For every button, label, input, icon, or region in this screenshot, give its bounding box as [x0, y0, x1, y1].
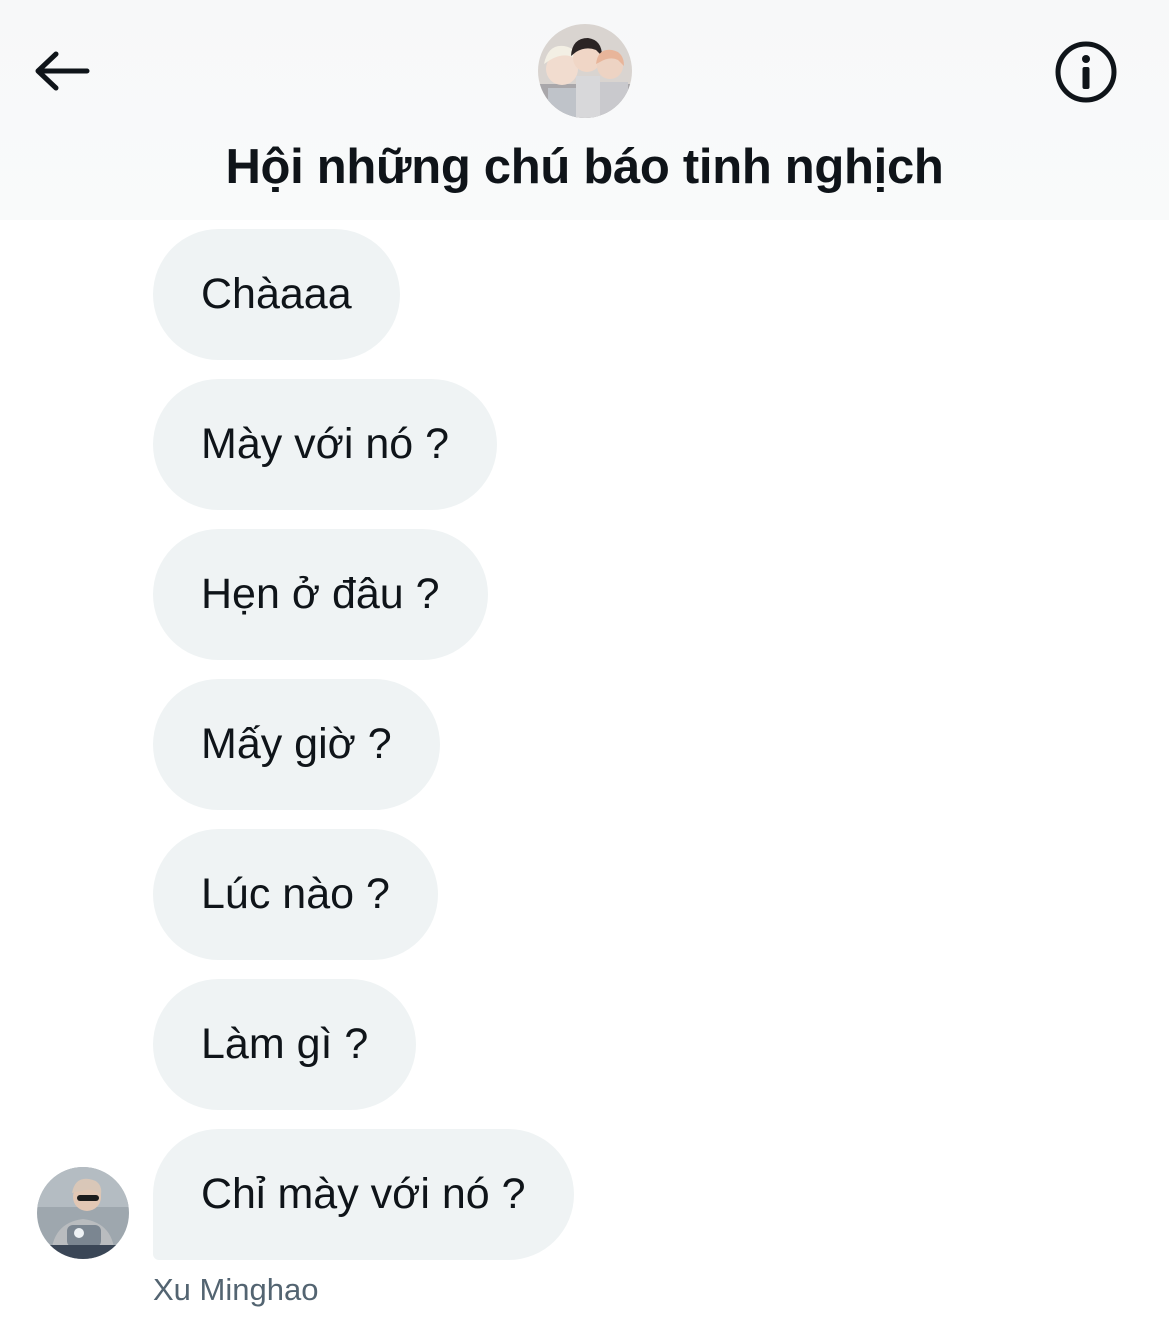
- message-bubble[interactable]: Lúc nào ?: [153, 829, 438, 960]
- message-bubble[interactable]: Hẹn ở đâu ?: [153, 529, 488, 660]
- group-photo-icon: [538, 24, 632, 118]
- info-circle-icon: [1055, 41, 1117, 103]
- message-bubble[interactable]: Làm gì ?: [153, 979, 417, 1110]
- message-bubble[interactable]: Chàaaa: [153, 229, 400, 360]
- user-photo-icon: [37, 1167, 129, 1259]
- message-bubble[interactable]: Mấy giờ ?: [153, 679, 440, 810]
- sender-avatar[interactable]: [37, 1167, 129, 1259]
- back-button[interactable]: [28, 38, 94, 104]
- message-bubble[interactable]: Mày với nó ?: [153, 379, 498, 510]
- message-bubble[interactable]: Chỉ mày với nó ?: [153, 1129, 574, 1260]
- conversation-info-button[interactable]: [1050, 36, 1122, 108]
- conversation-header: Hội những chú báo tinh nghịch: [0, 0, 1169, 220]
- group-avatar[interactable]: [538, 24, 632, 118]
- sender-name: Xu Minghao: [153, 1272, 319, 1307]
- arrow-left-icon: [35, 51, 90, 91]
- conversation-title: Hội những chú báo tinh nghịch: [225, 140, 944, 194]
